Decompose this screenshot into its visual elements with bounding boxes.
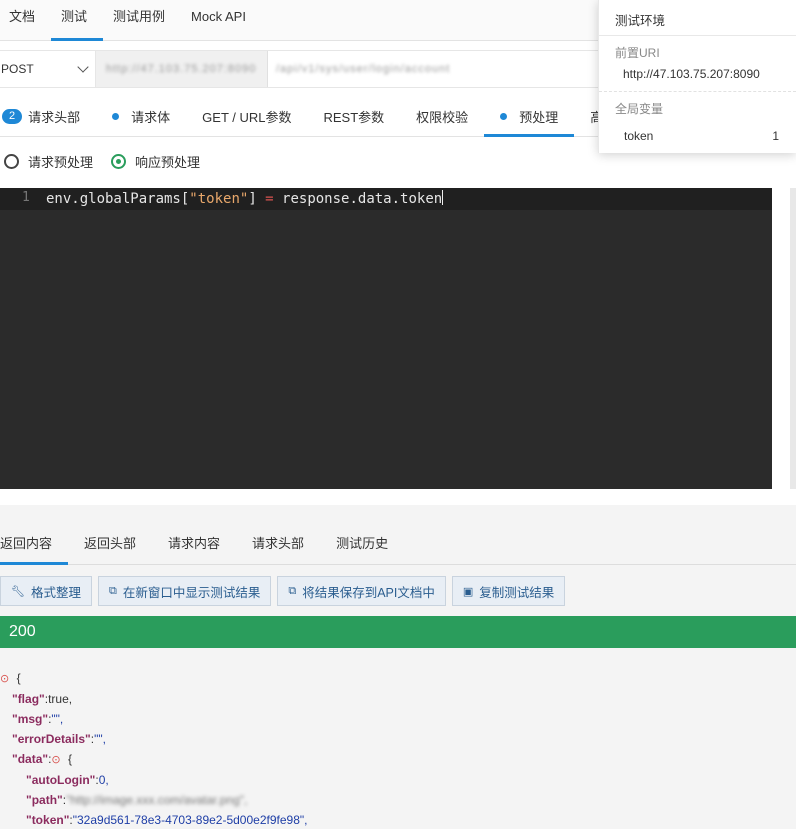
popup-title: 测试环境 <box>599 0 796 36</box>
tab-get-url-params[interactable]: GET / URL参数 <box>186 97 307 136</box>
test-env-popup: 测试环境 前置URI http://47.103.75.207:8090 全局变… <box>598 0 796 153</box>
radio-request-preprocess[interactable]: 请求预处理 <box>4 152 93 171</box>
var-name: token <box>624 129 654 143</box>
format-button[interactable]: 🔧︎ 格式整理 <box>0 576 92 606</box>
external-window-icon: ⧉ <box>108 584 117 597</box>
editor-gutter <box>0 188 38 489</box>
status-code-bar: 200 <box>0 616 796 648</box>
code-editor[interactable]: 1 env.globalParams["token"] = response.d… <box>0 188 772 489</box>
line-number: 1 <box>22 190 30 205</box>
var-value: 1 <box>772 129 779 143</box>
divider <box>599 91 796 92</box>
api-test-page: 文档 测试 测试用例 Mock API POST http://47.103.7… <box>0 0 796 829</box>
result-tabs: 返回内容 返回头部 请求内容 请求头部 测试历史 <box>0 525 796 565</box>
tab-preprocess[interactable]: 预处理 <box>484 97 575 137</box>
status-code: 200 <box>9 623 36 640</box>
chevron-down-icon <box>77 61 89 73</box>
tab-docs[interactable]: 文档 <box>0 0 51 40</box>
tab-request-content[interactable]: 请求内容 <box>152 525 236 564</box>
tab-test-history[interactable]: 测试历史 <box>320 525 404 564</box>
dot-indicator-icon <box>112 113 120 120</box>
copy-icon: ▣ <box>462 585 474 598</box>
collapse-toggle-icon[interactable]: ⊙ <box>0 673 9 685</box>
code-content: env.globalParams["token"] = response.dat… <box>46 190 444 207</box>
base-url-value: http://47.103.75.207:8090 <box>106 63 257 75</box>
tab-label: 权限校验 <box>416 110 469 125</box>
tab-request-headers[interactable]: 2 请求头部 <box>0 97 96 136</box>
tab-label: REST参数 <box>323 110 385 125</box>
tab-request-headers-result[interactable]: 请求头部 <box>236 525 320 564</box>
radio-response-preprocess[interactable]: 响应预处理 <box>111 152 200 171</box>
base-url-field[interactable]: http://47.103.75.207:8090 <box>96 51 268 87</box>
external-window-icon: ⧉ <box>288 584 297 597</box>
result-actions: 🔧︎ 格式整理 ⧉ 在新窗口中显示测试结果 ⧉ 将结果保存到API文档中 ▣ 复… <box>0 576 566 606</box>
tab-response-headers[interactable]: 返回头部 <box>68 525 152 564</box>
header-count-badge: 2 <box>2 109 23 124</box>
path-url-value: /api/v1/sys/user/login/account <box>276 63 451 75</box>
open-new-window-button[interactable]: ⧉ 在新窗口中显示测试结果 <box>97 576 272 606</box>
radio-label: 响应预处理 <box>135 155 201 170</box>
radio-unchecked-icon <box>4 154 19 169</box>
editor-scrollbar[interactable] <box>790 188 796 489</box>
method-select[interactable]: POST <box>0 51 96 87</box>
wrench-icon: 🔧︎ <box>11 585 25 598</box>
tab-label: 请求头部 <box>28 110 81 125</box>
copy-result-button[interactable]: ▣ 复制测试结果 <box>451 576 566 606</box>
preprocess-mode-group: 请求预处理 响应预处理 <box>4 152 208 171</box>
method-value: POST <box>1 62 34 76</box>
tab-request-body[interactable]: 请求体 <box>96 97 186 136</box>
radio-label: 请求预处理 <box>28 155 94 170</box>
response-json: ⊙ { "flag":true, "msg":"", "errorDetails… <box>0 671 308 827</box>
tab-label: 预处理 <box>519 110 559 125</box>
uri-label: 前置URI <box>615 46 660 60</box>
collapse-toggle-icon[interactable]: ⊙ <box>51 754 60 766</box>
save-to-doc-button[interactable]: ⧉ 将结果保存到API文档中 <box>277 576 446 606</box>
tab-test[interactable]: 测试 <box>51 0 104 41</box>
tab-mock-api[interactable]: Mock API <box>181 0 262 40</box>
text-cursor <box>442 190 444 205</box>
tab-response-body[interactable]: 返回内容 <box>0 525 69 565</box>
tab-rest-params[interactable]: REST参数 <box>308 97 401 136</box>
global-var-row: token 1 <box>599 129 796 143</box>
dot-indicator-icon <box>500 113 508 120</box>
tab-label: 请求体 <box>131 110 171 125</box>
uri-value: http://47.103.75.207:8090 <box>623 67 760 81</box>
global-vars-label: 全局变量 <box>615 102 664 116</box>
tab-label: GET / URL参数 <box>202 110 292 125</box>
tab-auth[interactable]: 权限校验 <box>400 97 484 136</box>
tab-test-cases[interactable]: 测试用例 <box>103 0 181 40</box>
radio-checked-icon <box>111 154 127 169</box>
